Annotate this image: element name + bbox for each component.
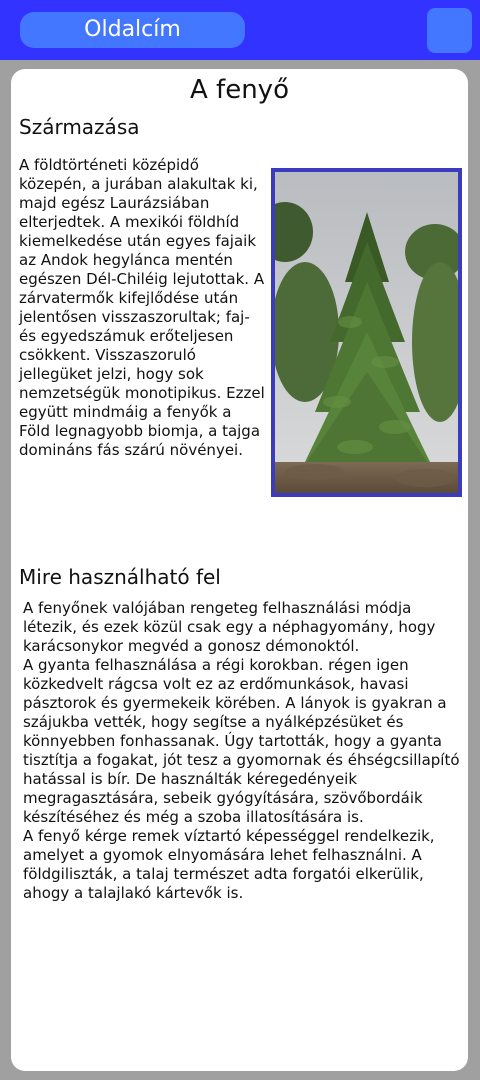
menu-button[interactable] (427, 8, 472, 53)
section-heading-origin: Származása (19, 115, 140, 139)
section-text-uses: A fenyőnek valójában rengeteg felhasznál… (23, 599, 460, 902)
content-card: A fenyő Származása A földtörténeti közép… (11, 69, 468, 1071)
page-title-button[interactable]: Oldalcím (20, 12, 245, 48)
fir-tree-image (271, 168, 462, 497)
section-text-origin: A földtörténeti középidő közepén, a jurá… (19, 156, 265, 459)
fir-tree-illustration (275, 172, 458, 493)
page-title: A fenyő (190, 75, 289, 105)
section-heading-uses: Mire használható fel (19, 565, 221, 589)
top-bar: Oldalcím (0, 0, 480, 60)
